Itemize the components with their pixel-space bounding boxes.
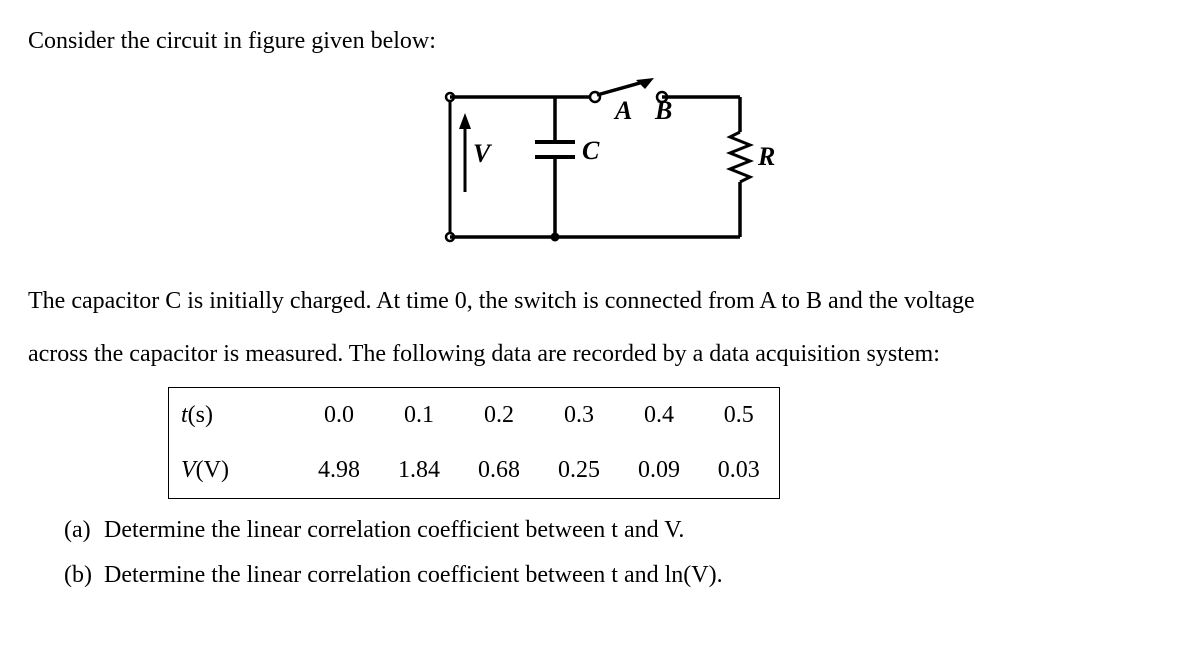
label-B: B (654, 96, 672, 125)
description-line-2: across the capacitor is measured. The fo… (28, 333, 1172, 376)
row-header-t: t (181, 402, 188, 428)
question-a: (a) Determine the linear correlation coe… (64, 509, 1172, 552)
cell-t-3: 0.3 (539, 387, 619, 443)
label-R: R (757, 142, 775, 171)
cell-t-1: 0.1 (379, 387, 459, 443)
label-V: V (473, 139, 493, 168)
cell-V-2: 0.68 (459, 443, 539, 499)
row-header-V-unit: (V) (196, 457, 229, 483)
question-b-text: Determine the linear correlation coeffic… (104, 562, 723, 588)
circuit-figure: V A B C R (28, 77, 1172, 262)
cell-t-5: 0.5 (699, 387, 779, 443)
cell-V-0: 4.98 (299, 443, 379, 499)
description-line-1: The capacitor C is initially charged. At… (28, 280, 1172, 323)
label-A: A (613, 96, 632, 125)
question-b: (b) Determine the linear correlation coe… (64, 554, 1172, 597)
data-table: t(s) 0.0 0.1 0.2 0.3 0.4 0.5 V(V) 4.98 1… (168, 387, 780, 499)
cell-V-5: 0.03 (699, 443, 779, 499)
cell-V-1: 1.84 (379, 443, 459, 499)
cell-V-3: 0.25 (539, 443, 619, 499)
question-b-label: (b) (64, 554, 98, 597)
row-header-V: V (181, 457, 196, 483)
cell-V-4: 0.09 (619, 443, 699, 499)
cell-t-0: 0.0 (299, 387, 379, 443)
table-row: t(s) 0.0 0.1 0.2 0.3 0.4 0.5 (169, 387, 780, 443)
question-a-label: (a) (64, 509, 98, 552)
row-header-t-unit: (s) (188, 402, 213, 428)
table-row: V(V) 4.98 1.84 0.68 0.25 0.09 0.03 (169, 443, 780, 499)
intro-text: Consider the circuit in figure given bel… (28, 20, 1172, 63)
cell-t-2: 0.2 (459, 387, 539, 443)
question-a-text: Determine the linear correlation coeffic… (104, 517, 684, 543)
cell-t-4: 0.4 (619, 387, 699, 443)
label-C: C (582, 136, 600, 165)
